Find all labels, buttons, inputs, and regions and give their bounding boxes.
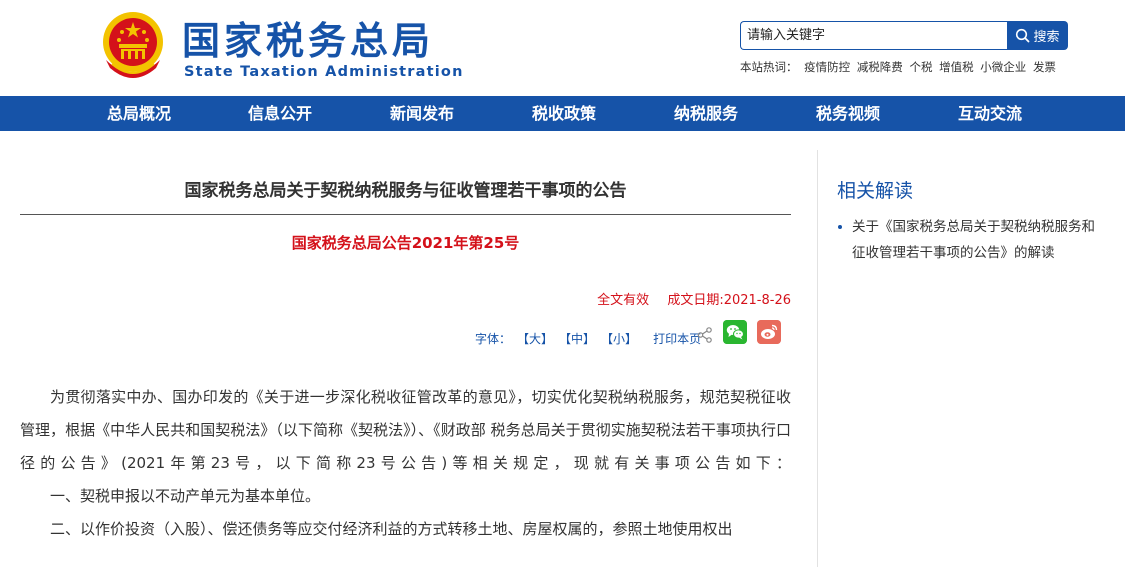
article-paragraph: 为贯彻落实中办、国办印发的《关于进一步深化税收征管改革的意见》，切实优化契税纳税… <box>20 388 791 472</box>
nav-item-interaction[interactable]: 互动交流 <box>958 96 1022 131</box>
search-button[interactable]: 搜索 <box>1007 21 1068 50</box>
wechat-share-icon[interactable] <box>723 320 747 344</box>
site-title-english[interactable]: State Taxation Administration <box>184 64 464 80</box>
site-title-chinese[interactable]: 国家税务总局 <box>182 18 434 64</box>
nav-item-service[interactable]: 纳税服务 <box>674 96 738 131</box>
related-interpretation-title: 相关解读 <box>837 180 914 202</box>
nav-item-disclosure[interactable]: 信息公开 <box>248 96 312 131</box>
share-icon[interactable] <box>696 326 714 344</box>
document-date: 成文日期:2021-8-26 <box>667 293 791 308</box>
document-status-line: 全文有效 成文日期:2021-8-26 <box>597 289 791 308</box>
main-nav: 总局概况 信息公开 新闻发布 税收政策 纳税服务 税务视频 互动交流 <box>0 96 1125 131</box>
nav-item-video[interactable]: 税务视频 <box>816 96 880 131</box>
article-body: 为贯彻落实中办、国办印发的《关于进一步深化税收征管改革的意见》，切实优化契税纳税… <box>20 381 791 546</box>
font-size-large-button[interactable]: 【大】 <box>517 330 553 347</box>
bullet-icon <box>838 225 842 229</box>
hot-words-label: 本站热词： <box>740 60 798 74</box>
article-paragraph: 一、契税申报以不动产单元为基本单位。 <box>50 487 321 505</box>
hot-word-link[interactable]: 疫情防控 <box>804 60 850 74</box>
search-icon <box>1016 28 1030 43</box>
print-button[interactable]: 打印本页 <box>653 330 701 347</box>
font-size-label: 字体： <box>475 331 512 346</box>
hot-word-link[interactable]: 小微企业 <box>980 60 1026 74</box>
weibo-share-icon[interactable] <box>757 320 781 344</box>
hot-word-link[interactable]: 减税降费 <box>857 60 903 74</box>
document-number: 国家税务总局公告2021年第25号 <box>291 234 520 252</box>
search-input[interactable] <box>740 21 1008 50</box>
related-interpretation-link[interactable]: 关于《国家税务总局关于契税纳税服务和征收管理若干事项的公告》的解读 <box>838 214 1100 266</box>
hot-word-link[interactable]: 个税 <box>909 60 932 74</box>
nav-item-overview[interactable]: 总局概况 <box>107 96 171 131</box>
hot-word-link[interactable]: 发票 <box>1033 60 1056 74</box>
national-emblem-icon[interactable] <box>100 10 166 82</box>
title-divider <box>20 214 791 215</box>
article-title: 国家税务总局关于契税纳税服务与征收管理若干事项的公告 <box>184 181 627 201</box>
related-interpretation-text: 关于《国家税务总局关于契税纳税服务和征收管理若干事项的公告》的解读 <box>852 219 1095 261</box>
nav-item-news[interactable]: 新闻发布 <box>390 96 454 131</box>
article-tools: 字体： 【大】 【中】 【小】 打印本页 <box>475 328 701 348</box>
nav-item-policy[interactable]: 税收政策 <box>532 96 596 131</box>
hot-word-link[interactable]: 增值税 <box>939 60 974 74</box>
sidebar-divider <box>817 150 818 567</box>
article-paragraph: 二、以作价投资（入股）、偿还债务等应交付经济利益的方式转移土地、房屋权属的，参照… <box>50 520 733 538</box>
hot-words-bar: 本站热词： 疫情防控 减税降费 个税 增值税 小微企业 发票 <box>740 59 1059 75</box>
font-size-small-button[interactable]: 【小】 <box>601 330 637 347</box>
validity-status: 全文有效 <box>597 293 650 308</box>
site-header: 国家税务总局 State Taxation Administration 搜索 … <box>0 0 1125 96</box>
font-size-medium-button[interactable]: 【中】 <box>559 330 595 347</box>
search-button-label: 搜索 <box>1033 30 1060 45</box>
